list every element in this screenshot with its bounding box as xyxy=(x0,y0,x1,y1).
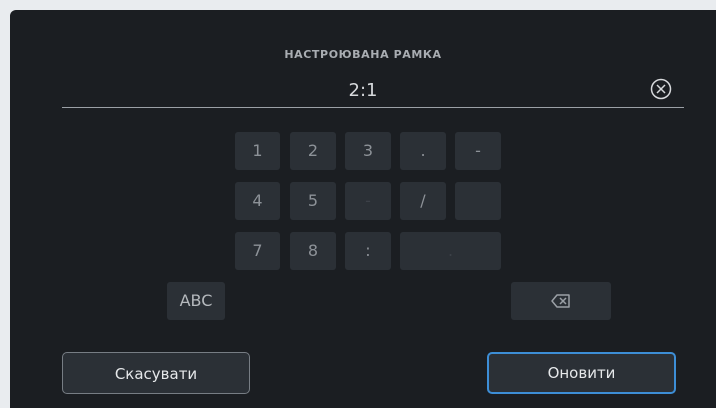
key-3[interactable]: 3 xyxy=(345,132,391,170)
key-7[interactable]: 7 xyxy=(235,232,280,270)
clear-circle-x-icon[interactable] xyxy=(650,78,672,100)
key-1[interactable]: 1 xyxy=(235,132,280,170)
key-empty-disabled xyxy=(455,182,501,220)
custom-frame-dialog: НАСТРОЮВАНА РАМКА 2:1 1 2 3 . - 4 5 - / … xyxy=(10,10,716,408)
dialog-title: НАСТРОЮВАНА РАМКА xyxy=(284,48,442,61)
backspace-icon xyxy=(551,294,570,308)
key-colon[interactable]: : xyxy=(345,232,391,270)
key-8[interactable]: 8 xyxy=(290,232,336,270)
key-4[interactable]: 4 xyxy=(235,182,280,220)
key-slash[interactable]: / xyxy=(400,182,446,220)
key-dash-disabled: - xyxy=(345,182,391,220)
key-dot-disabled: . xyxy=(400,232,501,270)
update-button[interactable]: Оновити xyxy=(487,352,676,394)
abc-button[interactable]: ABC xyxy=(167,282,225,320)
backspace-button[interactable] xyxy=(511,282,611,320)
key-5[interactable]: 5 xyxy=(290,182,336,220)
key-dot[interactable]: . xyxy=(400,132,446,170)
cancel-button[interactable]: Скасувати xyxy=(62,352,250,394)
frame-value-input[interactable]: 2:1 xyxy=(10,80,716,101)
key-2[interactable]: 2 xyxy=(290,132,336,170)
key-dash[interactable]: - xyxy=(455,132,501,170)
input-underline xyxy=(62,107,684,108)
